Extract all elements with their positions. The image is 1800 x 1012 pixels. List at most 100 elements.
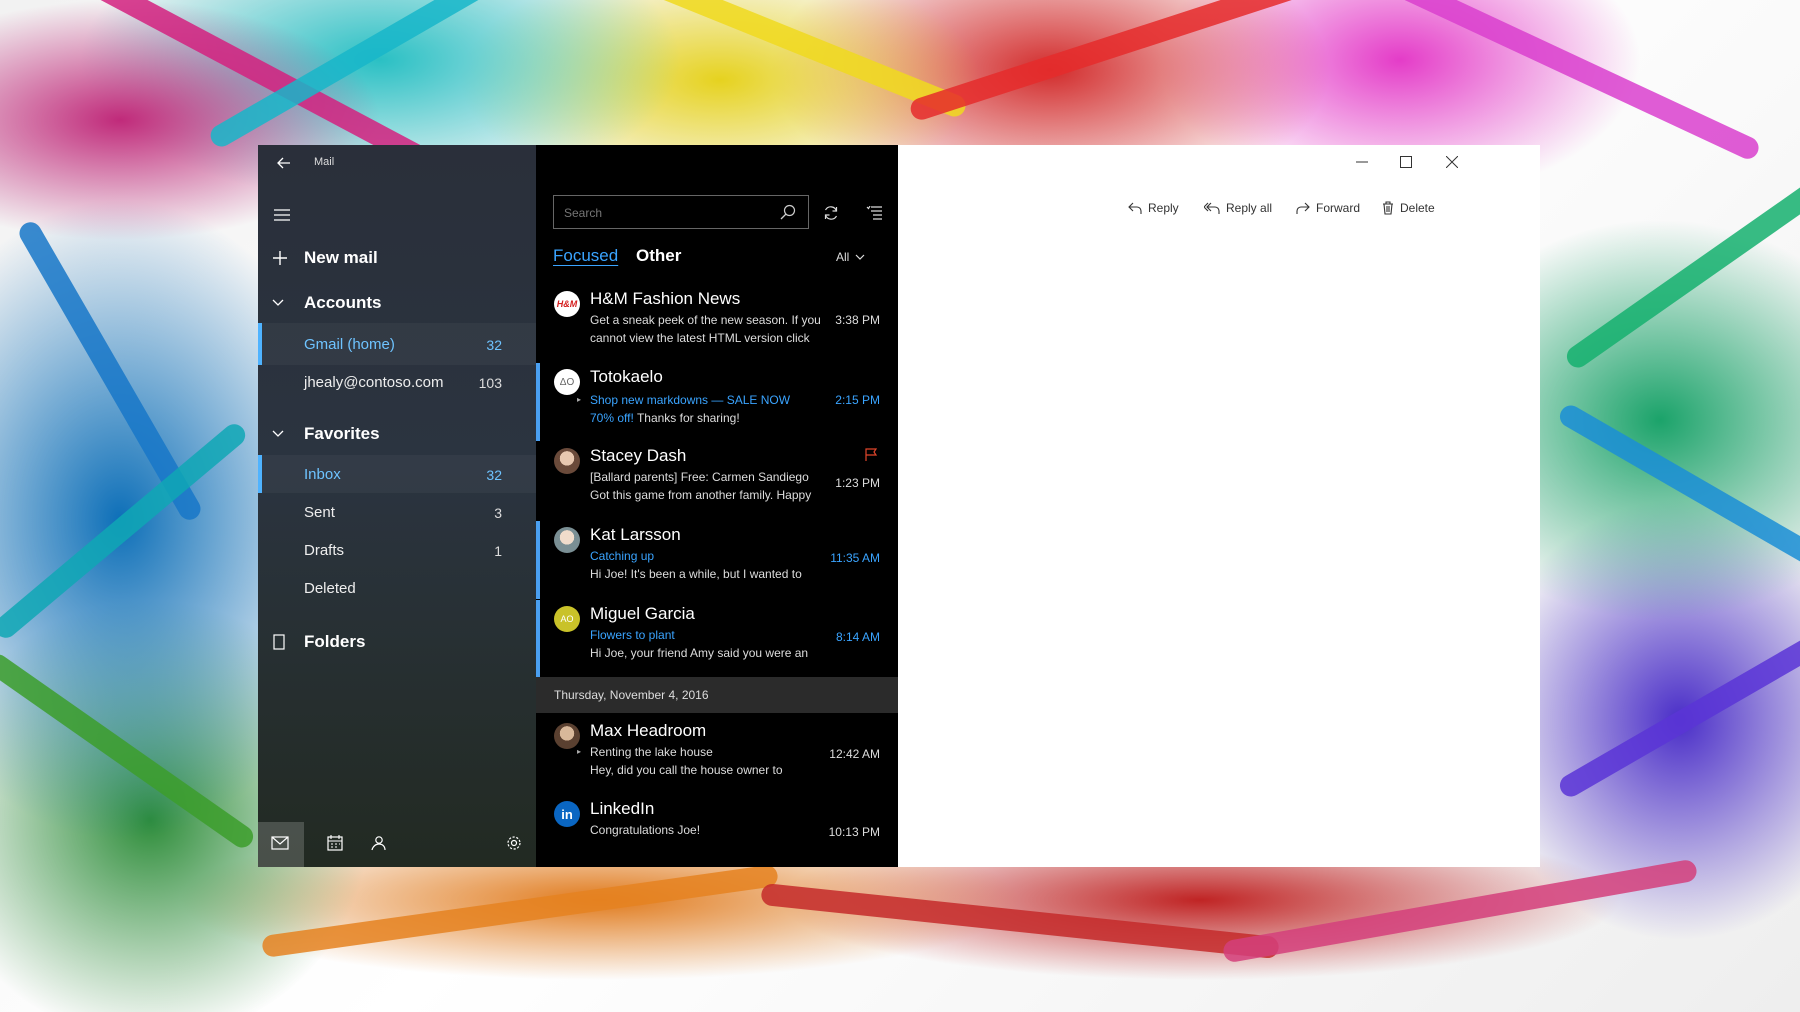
back-icon[interactable]: [272, 151, 296, 175]
close-button[interactable]: [1438, 151, 1466, 173]
avatar: [554, 723, 580, 749]
unread-indicator: [536, 600, 540, 678]
message-item[interactable]: Stacey Dash [Ballard parents] Free: Carm…: [536, 442, 898, 520]
message-preview: Hi Joe, your friend Amy said you were an: [590, 646, 809, 660]
message-sender: LinkedIn: [590, 799, 655, 818]
message-sender: Max Headroom: [590, 721, 707, 740]
selection-indicator: [536, 521, 540, 599]
message-time: 10:13 PM: [828, 825, 880, 839]
favorite-item-deleted[interactable]: Deleted: [258, 569, 536, 607]
message-sender: Kat Larsson: [590, 525, 681, 544]
favorite-label: Inbox: [304, 466, 341, 483]
account-count: 103: [478, 375, 502, 391]
minimize-button[interactable]: [1348, 151, 1376, 173]
search-icon[interactable]: [780, 204, 796, 220]
favorite-item-sent[interactable]: Sent 3: [258, 493, 536, 531]
search-input[interactable]: [562, 203, 766, 223]
message-time: 11:35 AM: [830, 551, 880, 565]
avatar: in: [554, 801, 580, 827]
message-item[interactable]: ΔO Totokaelo ▸ Shop new markdowns — SALE…: [536, 363, 898, 441]
linkedin-logo-icon: in: [561, 806, 573, 822]
avatar: [554, 448, 580, 474]
unread-indicator: [536, 363, 540, 441]
folders-label: Folders: [304, 632, 366, 651]
search-box[interactable]: [553, 195, 809, 229]
chevron-down-icon: [270, 426, 286, 442]
maximize-button[interactable]: [1392, 151, 1420, 173]
avatar: ΔO: [554, 369, 580, 395]
date-separator: Thursday, November 4, 2016: [536, 677, 898, 713]
folder-icon: [270, 633, 288, 651]
new-mail-button[interactable]: New mail: [258, 237, 536, 279]
sync-icon[interactable]: [821, 203, 841, 223]
date-separator-label: Thursday, November 4, 2016: [554, 688, 709, 702]
calendar-switch-button[interactable]: [316, 822, 356, 867]
reply-button[interactable]: Reply: [1128, 201, 1179, 215]
tab-other[interactable]: Other: [636, 246, 681, 266]
favorite-count: 32: [486, 467, 502, 483]
app-title: Mail: [314, 156, 335, 168]
message-preview: [Ballard parents] Free: Carmen Sandiego: [590, 470, 809, 484]
favorite-label: Deleted: [304, 580, 356, 597]
avatar: [554, 527, 580, 553]
filter-dropdown[interactable]: All: [836, 250, 865, 264]
selection-indicator: [258, 455, 262, 493]
people-switch-button[interactable]: [358, 822, 398, 867]
message-subject: Catching up: [590, 549, 655, 563]
favorites-header[interactable]: Favorites: [258, 413, 536, 455]
chevron-down-icon: [270, 295, 286, 311]
message-preview: cannot view the latest HTML version clic…: [590, 331, 810, 345]
forward-icon: [1296, 201, 1310, 215]
chevron-down-icon: [855, 254, 865, 260]
account-label: jhealy@contoso.com: [304, 374, 444, 391]
message-item[interactable]: Max Headroom ▸ Renting the lake house He…: [536, 717, 898, 793]
accounts-label: Accounts: [304, 293, 382, 312]
settings-button[interactable]: [494, 822, 534, 867]
message-subject: Shop new markdowns — SALE NOW: [590, 393, 791, 407]
message-preview: Hey, did you call the house owner to: [590, 763, 783, 777]
message-item[interactable]: H&M H&M Fashion News Get a sneak peek of…: [536, 285, 898, 361]
conversation-expand-icon[interactable]: ▸: [577, 395, 581, 404]
message-sender: Totokaelo: [590, 367, 663, 386]
message-sender: Stacey Dash: [590, 446, 687, 465]
forward-label: Forward: [1316, 201, 1361, 215]
flag-icon[interactable]: [864, 448, 878, 462]
reply-label: Reply: [1148, 201, 1179, 215]
plus-icon: [270, 248, 290, 268]
account-count: 32: [486, 337, 502, 353]
favorite-label: Sent: [304, 504, 335, 521]
message-preview: Got this game from another family. Happy: [590, 488, 812, 502]
reading-pane: Reply Reply all Forward Delete: [898, 145, 1540, 867]
message-time: 2:15 PM: [835, 393, 880, 407]
avatar: AO: [554, 606, 580, 632]
account-item-gmail[interactable]: Gmail (home) 32: [258, 323, 536, 365]
message-item[interactable]: AO Miguel Garcia Flowers to plant Hi Joe…: [536, 600, 898, 678]
conversation-expand-icon[interactable]: ▸: [577, 747, 581, 756]
hamburger-menu-icon[interactable]: [270, 203, 294, 227]
message-time: 8:14 AM: [835, 630, 880, 644]
selection-mode-icon[interactable]: [864, 203, 884, 223]
account-item-contoso[interactable]: jhealy@contoso.com 103: [258, 361, 536, 403]
navigation-pane: Mail New mail Accounts Gmail (home) 32 j…: [258, 145, 536, 867]
reply-all-button[interactable]: Reply all: [1204, 201, 1272, 215]
selection-indicator: [258, 323, 262, 365]
favorite-item-drafts[interactable]: Drafts 1: [258, 531, 536, 569]
delete-button[interactable]: Delete: [1382, 201, 1435, 215]
message-sender: H&M Fashion News: [590, 289, 741, 308]
message-list-pane: Focused Other All H&M H&M Fashion News G…: [536, 145, 898, 867]
message-preview: Hi Joe! It's been a while, but I wanted …: [590, 567, 802, 581]
message-sender: Miguel Garcia: [590, 604, 695, 623]
message-item[interactable]: in LinkedIn Congratulations Joe! 10:13 P…: [536, 795, 898, 861]
tab-focused[interactable]: Focused: [553, 246, 618, 266]
folders-button[interactable]: Folders: [258, 621, 536, 663]
favorite-item-inbox[interactable]: Inbox 32: [258, 455, 536, 493]
gear-icon: [506, 835, 522, 851]
mail-switch-button[interactable]: [258, 822, 304, 867]
accounts-header[interactable]: Accounts: [258, 282, 536, 324]
filter-label: All: [836, 250, 850, 264]
forward-button[interactable]: Forward: [1296, 201, 1360, 215]
trash-icon: [1382, 201, 1394, 215]
favorites-label: Favorites: [304, 424, 380, 443]
message-item-selected[interactable]: Kat Larsson Catching up Hi Joe! It's bee…: [536, 521, 898, 599]
mail-icon: [271, 836, 289, 850]
